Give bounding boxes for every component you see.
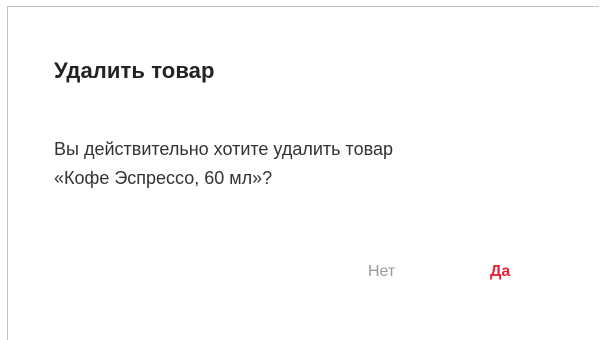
dialog-title: Удалить товар: [54, 58, 215, 83]
delete-confirm-dialog: Удалить товар Вы действительно хотите уд…: [7, 6, 599, 340]
dialog-actions: Нет Да: [8, 259, 599, 289]
dialog-message-line-2: «Кофе Эспрессо, 60 мл»?: [54, 168, 273, 188]
dialog-message-line-1: Вы действительно хотите удалить товар: [54, 139, 393, 159]
cancel-button[interactable]: Нет: [360, 259, 403, 285]
dialog-message: Вы действительно хотите удалить товар «К…: [54, 135, 574, 193]
confirm-delete-button[interactable]: Да: [482, 259, 518, 285]
